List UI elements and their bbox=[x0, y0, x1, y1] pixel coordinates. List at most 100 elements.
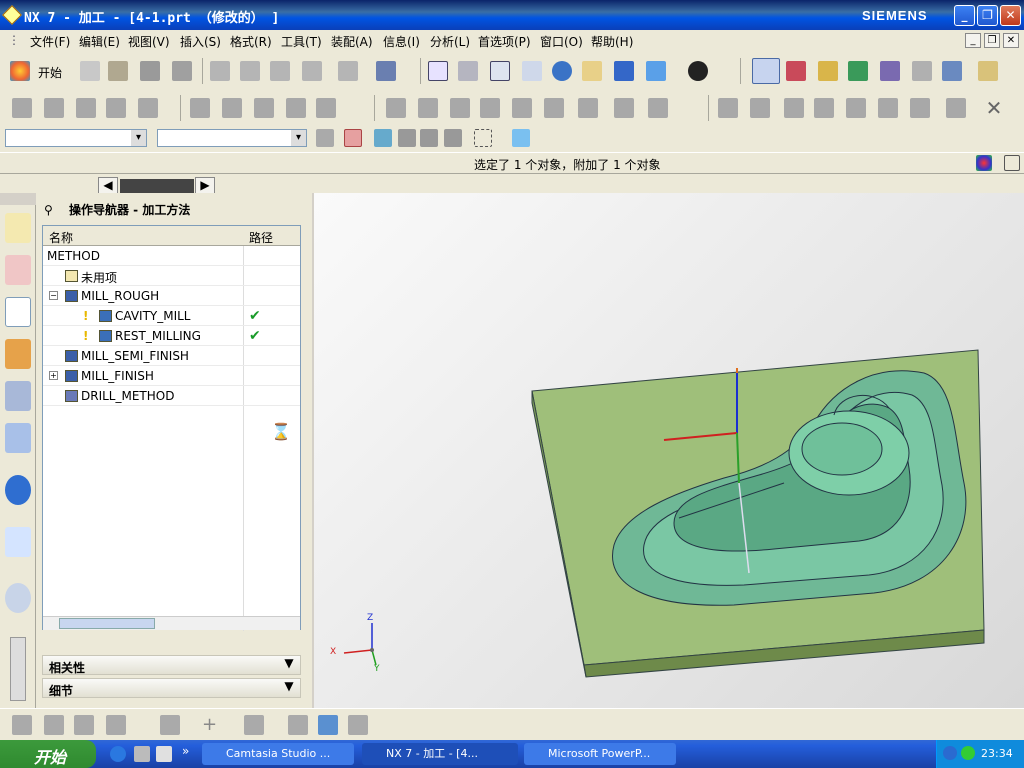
trim-icon[interactable] bbox=[254, 98, 274, 118]
menu-tools[interactable]: 工具(T) bbox=[281, 33, 322, 50]
graphics-window[interactable]: Z X Y bbox=[314, 193, 1024, 708]
copy-icon[interactable] bbox=[240, 61, 260, 81]
save-icon[interactable] bbox=[140, 61, 160, 81]
method-tree[interactable]: 名称 路径 METHOD 未用项 − MILL_ROUGH ! CAVITY_M… bbox=[42, 225, 301, 631]
select-solid-icon[interactable] bbox=[512, 129, 530, 147]
dependencies-section[interactable]: 相关性 ▼ bbox=[42, 655, 301, 675]
select-edge-icon[interactable] bbox=[420, 129, 438, 147]
pocket-icon[interactable] bbox=[138, 98, 158, 118]
sketch-icon[interactable] bbox=[386, 98, 406, 118]
view-cube-icon[interactable] bbox=[646, 61, 666, 81]
cylinder-icon[interactable] bbox=[910, 98, 930, 118]
start-icon[interactable] bbox=[10, 61, 30, 81]
expand-icon[interactable]: + bbox=[49, 371, 58, 380]
column-header-path[interactable]: 路径 bbox=[249, 229, 273, 246]
menu-analysis[interactable]: 分析(L) bbox=[430, 33, 470, 50]
selection-scope-dropdown[interactable] bbox=[157, 129, 307, 147]
details-section[interactable]: 细节 ▼ bbox=[42, 678, 301, 698]
sew-icon[interactable] bbox=[614, 98, 634, 118]
mdi-minimize-button[interactable]: _ bbox=[965, 33, 981, 48]
point-constructor-icon[interactable]: + bbox=[202, 715, 222, 735]
task-powerpoint[interactable]: Microsoft PowerP... bbox=[524, 743, 676, 765]
plane-icon[interactable] bbox=[288, 715, 308, 735]
maximize-button[interactable]: ❐ bbox=[977, 5, 998, 26]
info-icon[interactable] bbox=[376, 61, 396, 81]
tree-row-unused[interactable]: 未用项 bbox=[43, 266, 300, 286]
open-icon[interactable] bbox=[108, 61, 128, 81]
pin-icon[interactable]: ⚲ bbox=[44, 203, 53, 217]
hscroll-thumb[interactable] bbox=[59, 618, 155, 629]
render-style-icon[interactable] bbox=[688, 61, 708, 81]
quick-launch-more-icon[interactable]: » bbox=[182, 744, 189, 758]
create-operation-icon[interactable] bbox=[160, 715, 180, 735]
minimize-button[interactable]: _ bbox=[954, 5, 975, 26]
geometry-icon[interactable] bbox=[786, 61, 806, 81]
tree-row-rest-milling[interactable]: ! REST_MILLING ✔ bbox=[43, 326, 300, 346]
tray-network-icon[interactable] bbox=[961, 746, 975, 760]
cut-icon[interactable] bbox=[210, 61, 230, 81]
menu-preferences[interactable]: 首选项(P) bbox=[478, 33, 531, 50]
close-button[interactable]: ✕ bbox=[1000, 5, 1021, 26]
history-icon[interactable] bbox=[5, 583, 31, 613]
full-screen-icon[interactable] bbox=[1004, 155, 1020, 171]
wcs-icon[interactable] bbox=[752, 58, 780, 84]
program-icon[interactable] bbox=[44, 715, 64, 735]
shaded-icon[interactable] bbox=[614, 61, 634, 81]
vector-icon[interactable] bbox=[244, 715, 264, 735]
column-header-name[interactable]: 名称 bbox=[49, 229, 73, 246]
filter-icon[interactable] bbox=[316, 129, 334, 147]
select-icon[interactable] bbox=[912, 61, 932, 81]
menu-assembly[interactable]: 装配(A) bbox=[331, 33, 373, 50]
verify-icon[interactable] bbox=[880, 61, 900, 81]
task-nx[interactable]: NX 7 - 加工 - [4... bbox=[362, 743, 518, 765]
face-icon[interactable] bbox=[784, 98, 804, 118]
tray-back-icon[interactable] bbox=[943, 746, 957, 760]
tool-icon[interactable] bbox=[818, 61, 838, 81]
draft-icon[interactable] bbox=[578, 98, 598, 118]
tool-library-icon[interactable] bbox=[5, 423, 31, 453]
postprocess-icon[interactable] bbox=[942, 61, 962, 81]
tree-row-method[interactable]: METHOD bbox=[43, 246, 300, 266]
delete-icon[interactable] bbox=[302, 61, 322, 81]
cone-icon[interactable] bbox=[946, 98, 966, 118]
web-browser-icon[interactable] bbox=[5, 527, 31, 557]
revolve-icon[interactable] bbox=[44, 98, 64, 118]
roles-icon[interactable] bbox=[976, 155, 992, 171]
chamfer-icon[interactable] bbox=[222, 98, 242, 118]
sphere-icon[interactable] bbox=[846, 98, 866, 118]
constraint-navigator-icon[interactable] bbox=[5, 255, 31, 285]
tree-hscrollbar[interactable] bbox=[43, 616, 300, 630]
chevron-down-icon[interactable]: ▼ bbox=[279, 679, 299, 697]
assembly-navigator-icon[interactable] bbox=[5, 213, 31, 243]
chevron-down-icon[interactable]: ▼ bbox=[279, 656, 299, 674]
split-icon[interactable] bbox=[286, 98, 306, 118]
pan-icon[interactable] bbox=[582, 61, 602, 81]
operation-navigator-icon[interactable] bbox=[5, 297, 31, 327]
menu-format[interactable]: 格式(R) bbox=[230, 33, 272, 50]
report-icon[interactable] bbox=[648, 98, 668, 118]
pattern-icon[interactable] bbox=[512, 98, 532, 118]
unite-icon[interactable] bbox=[316, 98, 336, 118]
delete-feature-icon[interactable]: ✕ bbox=[984, 98, 1004, 118]
fit-icon[interactable] bbox=[428, 61, 448, 81]
rectangle-select-icon[interactable] bbox=[474, 129, 492, 147]
edge-blend-icon[interactable] bbox=[190, 98, 210, 118]
generate-path-icon[interactable] bbox=[848, 61, 868, 81]
explorer-icon[interactable] bbox=[156, 746, 172, 762]
tree-row-drill-method[interactable]: DRILL_METHOD bbox=[43, 386, 300, 406]
show-hide-icon[interactable] bbox=[348, 715, 368, 735]
select-body-icon[interactable] bbox=[444, 129, 462, 147]
undo-icon[interactable] bbox=[338, 61, 358, 81]
paste-icon[interactable] bbox=[270, 61, 290, 81]
menu-insert[interactable]: 插入(S) bbox=[180, 33, 221, 50]
start-menu-button[interactable]: 开始 bbox=[38, 64, 62, 81]
shell-icon[interactable] bbox=[544, 98, 564, 118]
snap-point-icon[interactable] bbox=[344, 129, 362, 147]
group-icon[interactable] bbox=[12, 715, 32, 735]
resource-scrollbar[interactable] bbox=[10, 637, 26, 701]
point-icon[interactable] bbox=[814, 98, 834, 118]
machine-tool-icon[interactable] bbox=[5, 339, 31, 369]
menu-window[interactable]: 窗口(O) bbox=[540, 33, 583, 50]
surface-icon[interactable] bbox=[718, 98, 738, 118]
new-icon[interactable] bbox=[80, 61, 100, 81]
